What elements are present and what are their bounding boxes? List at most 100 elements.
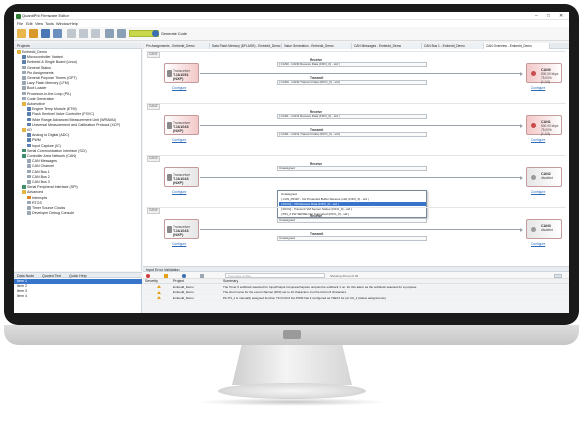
tree-item-label: Embedd & Single Board (Linux) [27,60,78,65]
chip-icon [27,133,31,137]
monitor-stand-neck [232,345,352,385]
tree-item-label: Interrupts [32,195,48,200]
generate-code-label[interactable]: Generate Code [161,32,187,36]
folder-icon [17,50,21,54]
info-filter-icon[interactable] [182,273,186,278]
errors-filter-icon[interactable] [146,273,150,278]
can-controller-node[interactable]: CAN1 500.00 kbps 75.00% (1,0,0) [526,115,562,136]
save-all-icon[interactable] [53,29,62,38]
maximize-button[interactable]: □ [547,13,550,19]
configure-can-link[interactable]: Configure [531,190,545,194]
can-controller-node[interactable]: CAN0 500.00 kbps 75.00% (1,0,0) [526,63,562,84]
receive-select[interactable]: Unassigned [277,218,427,223]
folder-icon [22,190,26,194]
tree-item-label: RTOS [32,200,42,205]
doc-icon [27,174,31,179]
menu-help[interactable]: Help [70,22,78,26]
warning-icon [157,290,161,294]
tree-item-label: Wide Range Advanced Measurement Unit (WR… [32,117,117,122]
validation-row[interactable]: Embedd_Demo Pin P3_1 is manually assigned… [143,295,569,301]
transmit-select[interactable]: [ CAN0 - CAN0 Transmit Data (FIFO_0) - s… [277,80,427,85]
undo-icon[interactable] [105,29,114,38]
app-icon [16,13,21,19]
menu-window[interactable]: Window [56,22,70,26]
connector-line [200,73,522,74]
list-item[interactable]: Item 4 [14,294,142,299]
doc-icon [27,180,31,184]
configure-transceiver-link[interactable]: Configure [172,138,186,142]
generate-code-icon[interactable] [152,30,159,37]
configure-transceiver-link[interactable]: Configure [172,86,186,90]
paste-icon[interactable] [91,29,100,38]
configure-transceiver-link[interactable]: Configure [172,190,186,194]
can-controller-node[interactable]: CAN3 disabled [526,219,562,239]
transceiver-node[interactable]: Transceiver TJA1043 (NXP) [164,115,199,135]
doc-icon [27,211,31,215]
configure-can-link[interactable]: Configure [531,242,545,246]
tree-item-label: I/O [27,128,32,132]
warnings-filter-icon[interactable] [164,273,168,278]
tree-item-label: Code Generation [27,96,55,101]
new-project-icon[interactable] [17,29,26,38]
doc-icon [22,91,26,96]
menu-file[interactable]: File [17,22,23,26]
doc-icon [27,206,31,210]
can-status-icon [531,71,536,76]
doc-icon [22,86,26,90]
tree-item-label: CAN Bus 3 [32,180,50,184]
filter-placeholder: Type here to filter [228,274,252,278]
tree-item-label: General Purpose Timers (GPT) [27,76,77,80]
save-icon[interactable] [41,29,50,38]
tree-item-label: Analog to Digital (ADC) [32,133,70,138]
transceiver-node[interactable]: Transceiver TJA1043 (NXP) [164,167,199,187]
menu-view[interactable]: View [35,22,43,26]
transmit-select[interactable]: Unassigned [277,236,427,241]
tree-item-label: Advanced [27,190,43,195]
monitor-stand-base [218,383,366,399]
copy-icon[interactable] [79,29,88,38]
tree-item-label: Controller Area Network (CAN) [27,154,77,158]
net-icon [22,185,26,189]
filter-icon[interactable] [200,273,204,278]
transmit-select[interactable]: [ CAN1 - CAN1 Transmit Data (FIFO_0) - s… [277,132,427,137]
configure-transceiver-link[interactable]: Configure [172,242,186,246]
chip-icon [27,122,31,127]
folder-icon [22,128,26,132]
receive-select[interactable]: [ CAN1 - CAN1 Receive Data (FIFO_0) - st… [277,114,427,119]
dropdown-option[interactable]: [ RCVQ - VM Receive Data (FIFO_0) - std … [279,202,426,207]
receive-select[interactable]: [ CAN0 - CAN0 Receive Data (FIFO_0) - st… [277,62,427,67]
minimize-button[interactable]: – [535,13,538,19]
can-load: 75.00% (1,0,0) [541,75,552,84]
open-folder-icon[interactable] [29,29,38,38]
chip-icon [27,138,31,142]
tree-item-label: CAN Messages [32,159,57,164]
menu-edit[interactable]: Edit [26,22,33,26]
tree-item-label: Microcontroller Variant [27,55,63,60]
receive-select[interactable]: Unassigned [277,166,427,171]
tree-item-label: Timer Source Clocks [32,206,66,210]
tree-item-label: CAN Bus 1 [32,169,50,174]
menu-tools[interactable]: Tools [45,22,54,26]
panel-menu-icon[interactable] [554,273,562,278]
transceiver-node[interactable]: Transceiver TJA1043 (NXP) [164,219,199,239]
filter-input[interactable]: Type here to filter [225,273,325,278]
redo-icon[interactable] [117,29,126,38]
net-icon [22,148,26,153]
cut-icon[interactable] [67,29,76,38]
tree-item-label: CAN Bus 2 [32,174,50,179]
can-controller-node[interactable]: CAN2 disabled [526,167,562,187]
transceiver-icon [167,70,172,77]
close-button[interactable]: ✕ [559,13,563,19]
transceiver-part: TJA1043 (NXP) [173,125,189,133]
transceiver-node[interactable]: Transceiver TJA1051 (NXP) [164,63,199,83]
tree-item-label: Automotive [27,102,45,106]
configure-can-link[interactable]: Configure [531,86,545,90]
connector-line [200,229,522,230]
transceiver-part: TJA1051 (NXP) [173,73,189,81]
connector-line [200,177,522,178]
tree-item[interactable]: Universal Measurement and Calibration Pr… [27,122,120,128]
projects-panel-title: Projects [17,43,30,48]
tree-item[interactable]: Developer Debug Console [27,211,74,216]
configure-can-link[interactable]: Configure [531,138,545,142]
connector-arrow-icon [520,71,523,76]
